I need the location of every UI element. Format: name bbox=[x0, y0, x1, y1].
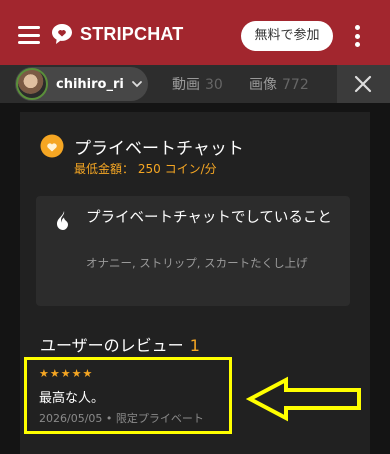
review-date: 2026/05/05 bbox=[39, 412, 103, 425]
review-type: 限定プライベート bbox=[115, 412, 204, 425]
review-separator: • bbox=[105, 412, 113, 425]
tab-photos-label: 画像 bbox=[249, 77, 277, 93]
page: STRIPCHAT 無料で参加 chihiro_ri 動画 30 画像 772 bbox=[0, 0, 390, 454]
tab-photos-count: 772 bbox=[282, 77, 309, 93]
username: chihiro_ri bbox=[56, 76, 124, 92]
min-price-label: 最低金額： bbox=[74, 162, 135, 176]
close-button[interactable] bbox=[337, 65, 390, 103]
activities-list: オナニー, ストリップ, スカートたくし上げ bbox=[86, 256, 308, 270]
menu-icon[interactable] bbox=[18, 26, 40, 44]
brand-name: STRIPCHAT bbox=[80, 23, 184, 44]
min-price: 最低金額： 250 コイン/分 bbox=[74, 160, 217, 177]
logo-icon bbox=[52, 24, 72, 44]
coin-heart-icon bbox=[40, 134, 64, 158]
reviews-heading: ユーザーのレビュー 1 bbox=[40, 332, 200, 356]
private-chat-title: プライベートチャット bbox=[74, 139, 244, 159]
brand-logo[interactable]: STRIPCHAT bbox=[50, 22, 183, 46]
activities-card: プライベートチャットでしていること オナニー, ストリップ, スカートたくし上げ bbox=[36, 196, 350, 306]
reviews-count: 1 bbox=[189, 336, 200, 355]
join-free-button[interactable]: 無料で参加 bbox=[241, 21, 333, 51]
review-meta: 2026/05/05 • 限定プライベート bbox=[39, 410, 204, 426]
review-item: ★★★★★ 最高な人。 2026/05/05 • 限定プライベート bbox=[24, 357, 232, 434]
profile-tab-bar: chihiro_ri 動画 30 画像 772 bbox=[0, 65, 390, 103]
min-price-value: 250 コイン/分 bbox=[137, 162, 217, 176]
fire-icon bbox=[57, 211, 68, 230]
close-icon bbox=[354, 75, 372, 93]
tab-videos[interactable]: 動画 30 bbox=[172, 74, 223, 94]
user-selector[interactable]: chihiro_ri bbox=[15, 67, 148, 101]
chevron-down-icon bbox=[131, 81, 142, 88]
annotation-arrow-icon bbox=[246, 376, 361, 422]
rating-stars: ★★★★★ bbox=[39, 367, 94, 380]
activities-title: プライベートチャットでしていること bbox=[86, 210, 332, 226]
tab-videos-count: 30 bbox=[205, 77, 223, 93]
avatar bbox=[16, 68, 48, 100]
top-bar: STRIPCHAT 無料で参加 bbox=[0, 0, 390, 65]
tab-photos[interactable]: 画像 772 bbox=[249, 74, 309, 94]
reviews-heading-label: ユーザーのレビュー bbox=[40, 336, 184, 355]
review-text: 最高な人。 bbox=[39, 391, 105, 406]
tab-videos-label: 動画 bbox=[172, 77, 200, 93]
more-options-icon[interactable] bbox=[355, 25, 361, 47]
